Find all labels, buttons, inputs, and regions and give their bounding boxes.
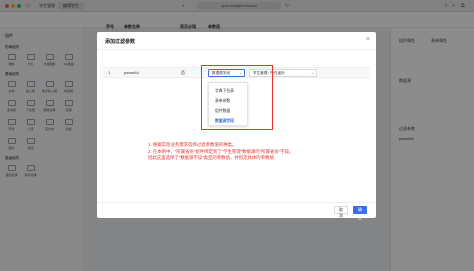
cancel-button[interactable]: 取消 xyxy=(334,206,348,218)
annotation-highlight-box xyxy=(201,65,273,130)
row-required: 否 xyxy=(181,70,185,75)
row-param-name: parentId xyxy=(124,70,139,75)
divider xyxy=(97,49,376,50)
dialog-title: 添加过滤参数 xyxy=(105,39,136,45)
ok-button[interactable]: 确定 xyxy=(353,206,367,220)
chevron-down-icon: ˅ xyxy=(311,71,314,76)
close-icon[interactable]: × xyxy=(366,36,370,43)
column-param-name: 参数名称 xyxy=(124,24,140,29)
note-line-1: 1. 根据实际业务需求选择过滤参数值的种类。 xyxy=(148,142,237,147)
column-required: 是否必填 xyxy=(180,24,196,29)
row-index: 1 xyxy=(108,70,111,75)
footer-divider xyxy=(97,202,376,203)
annotation-note: 1. 根据实际业务需求选择过滤参数值的种类。 2. 在本例中，“所属省份”组件绑… xyxy=(148,142,298,162)
column-index: 序号 xyxy=(106,24,114,29)
column-param-value: 参数值 xyxy=(208,24,220,29)
note-line-3: 因此这里选择了“数据源字段”类型的参数值，并指定具体的参数值 xyxy=(148,155,274,161)
